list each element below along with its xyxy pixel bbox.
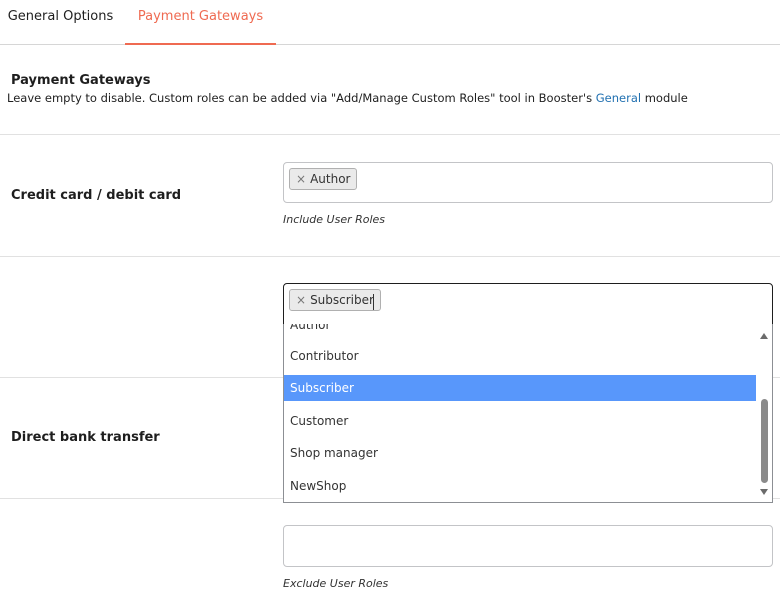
description-text: Leave empty to disable. Custom roles can… — [7, 91, 596, 105]
role-chip-author: × Author — [289, 168, 358, 190]
credit-card-include-roles-select[interactable]: × Author — [283, 162, 773, 203]
scroll-down-icon[interactable] — [760, 489, 768, 495]
chip-remove-icon[interactable]: × — [296, 172, 306, 186]
general-module-link[interactable]: General — [596, 91, 641, 105]
roles-dropdown: Author Contributor Subscriber Customer S… — [283, 324, 773, 503]
dropdown-option[interactable]: Shop manager — [284, 440, 757, 466]
role-chip-subscriber: × Subscriber — [289, 289, 381, 311]
chip-label: Subscriber — [310, 293, 374, 307]
dropdown-option[interactable]: NewShop — [284, 473, 757, 499]
section-description: Leave empty to disable. Custom roles can… — [7, 91, 688, 105]
tab-payment-gateways[interactable]: Payment Gateways — [125, 0, 276, 45]
tab-bar: General Options Payment Gateways — [0, 0, 780, 45]
credit-card-label: Credit card / debit card — [11, 188, 182, 203]
dropdown-scrollbar[interactable] — [756, 324, 772, 502]
dropdown-option[interactable]: Customer — [284, 408, 757, 434]
tab-general-options[interactable]: General Options — [0, 0, 121, 45]
dropdown-option-highlighted[interactable]: Subscriber — [284, 375, 757, 401]
divider — [0, 134, 780, 135]
credit-card-include-help: Include User Roles — [283, 213, 386, 226]
bank-transfer-include-roles-select[interactable]: × Subscriber — [283, 283, 773, 325]
bank-transfer-exclude-roles-select[interactable] — [283, 525, 773, 567]
divider — [0, 256, 780, 257]
text-cursor — [373, 294, 374, 310]
section-title: Payment Gateways — [11, 73, 151, 88]
dropdown-option[interactable]: Contributor — [284, 343, 757, 369]
scroll-thumb[interactable] — [761, 399, 768, 483]
bank-transfer-exclude-help: Exclude User Roles — [283, 577, 389, 590]
scroll-up-icon[interactable] — [760, 333, 768, 339]
dropdown-option[interactable]: Author — [284, 324, 757, 338]
chip-label: Author — [310, 172, 351, 186]
bank-transfer-label: Direct bank transfer — [11, 430, 160, 445]
chip-remove-icon[interactable]: × — [296, 293, 306, 307]
description-text-end: module — [641, 91, 688, 105]
